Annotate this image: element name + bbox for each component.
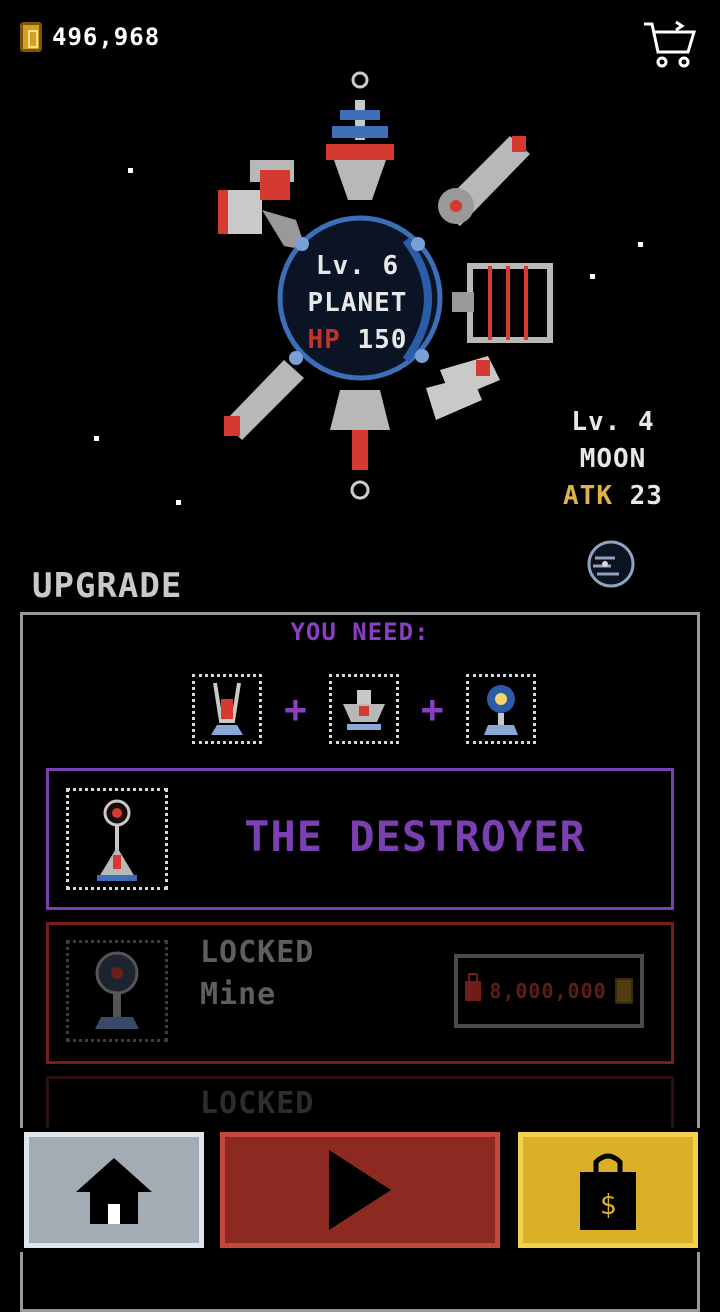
cart-icon[interactable]	[642, 18, 698, 70]
coin-balance: 496,968	[20, 22, 160, 52]
orb-weapon-icon	[483, 685, 518, 735]
lock-icon	[465, 973, 482, 1001]
required-item-slot[interactable]	[465, 674, 536, 744]
moon-stats: Lv. 4 MOON ATK 23	[548, 404, 678, 515]
play-button[interactable]	[216, 1128, 504, 1252]
weapon-card-locked[interactable]	[46, 1076, 674, 1136]
mine-thumbnail	[66, 940, 168, 1042]
unlock-price-button[interactable]: 8,000,000	[454, 954, 644, 1028]
moon-name: MOON	[579, 444, 647, 474]
planet-name: PLANET	[307, 288, 408, 318]
coin-icon	[614, 978, 633, 1004]
play-icon	[329, 1150, 391, 1230]
destroyer-name: THE DESTROYER	[244, 812, 586, 861]
star	[128, 168, 133, 173]
requirements-row: + +	[192, 674, 536, 744]
shop-button[interactable]: $	[514, 1128, 702, 1252]
mine-info: LOCKED Mine	[200, 932, 314, 1016]
hp-value: 150	[357, 325, 408, 355]
atk-value: 23	[629, 481, 663, 511]
svg-text:$: $	[600, 1188, 617, 1221]
planet-level: Lv. 6	[315, 251, 400, 281]
planet-stats: Lv. 6 PLANET HP 150	[270, 248, 445, 359]
turret-weapon-icon	[342, 690, 385, 730]
star	[94, 436, 99, 441]
planet-hp: HP 150	[270, 322, 445, 359]
hp-label: HP	[307, 325, 341, 355]
locked-status: LOCKED	[200, 935, 315, 970]
coin-icon	[20, 22, 42, 52]
coin-count: 496,968	[52, 23, 161, 51]
home-button[interactable]	[20, 1128, 208, 1252]
star	[176, 500, 181, 505]
destroyer-thumbnail	[66, 788, 168, 890]
moon-level: Lv. 4	[571, 407, 655, 437]
destroyer-icon	[97, 799, 137, 881]
star	[638, 242, 643, 247]
moon-atk: ATK 23	[548, 478, 678, 515]
shop-bag-icon: $	[580, 1153, 636, 1230]
locked-status-2: LOCKED	[200, 1086, 315, 1121]
upgrade-title: UPGRADE	[32, 566, 183, 606]
plus-sign: +	[420, 687, 444, 731]
mine-price: 8,000,000	[489, 979, 607, 1003]
home-icon	[76, 1158, 152, 1224]
required-item-slot[interactable]	[192, 674, 262, 744]
you-need-label: YOU NEED:	[290, 618, 430, 646]
missile-weapon-icon	[211, 682, 243, 735]
required-item-slot[interactable]	[328, 674, 399, 744]
moon-icon[interactable]	[585, 538, 637, 590]
star	[590, 274, 595, 279]
plus-sign: +	[284, 687, 307, 731]
mine-icon	[95, 951, 139, 1029]
mine-name: Mine	[200, 977, 277, 1012]
atk-label: ATK	[563, 481, 613, 511]
